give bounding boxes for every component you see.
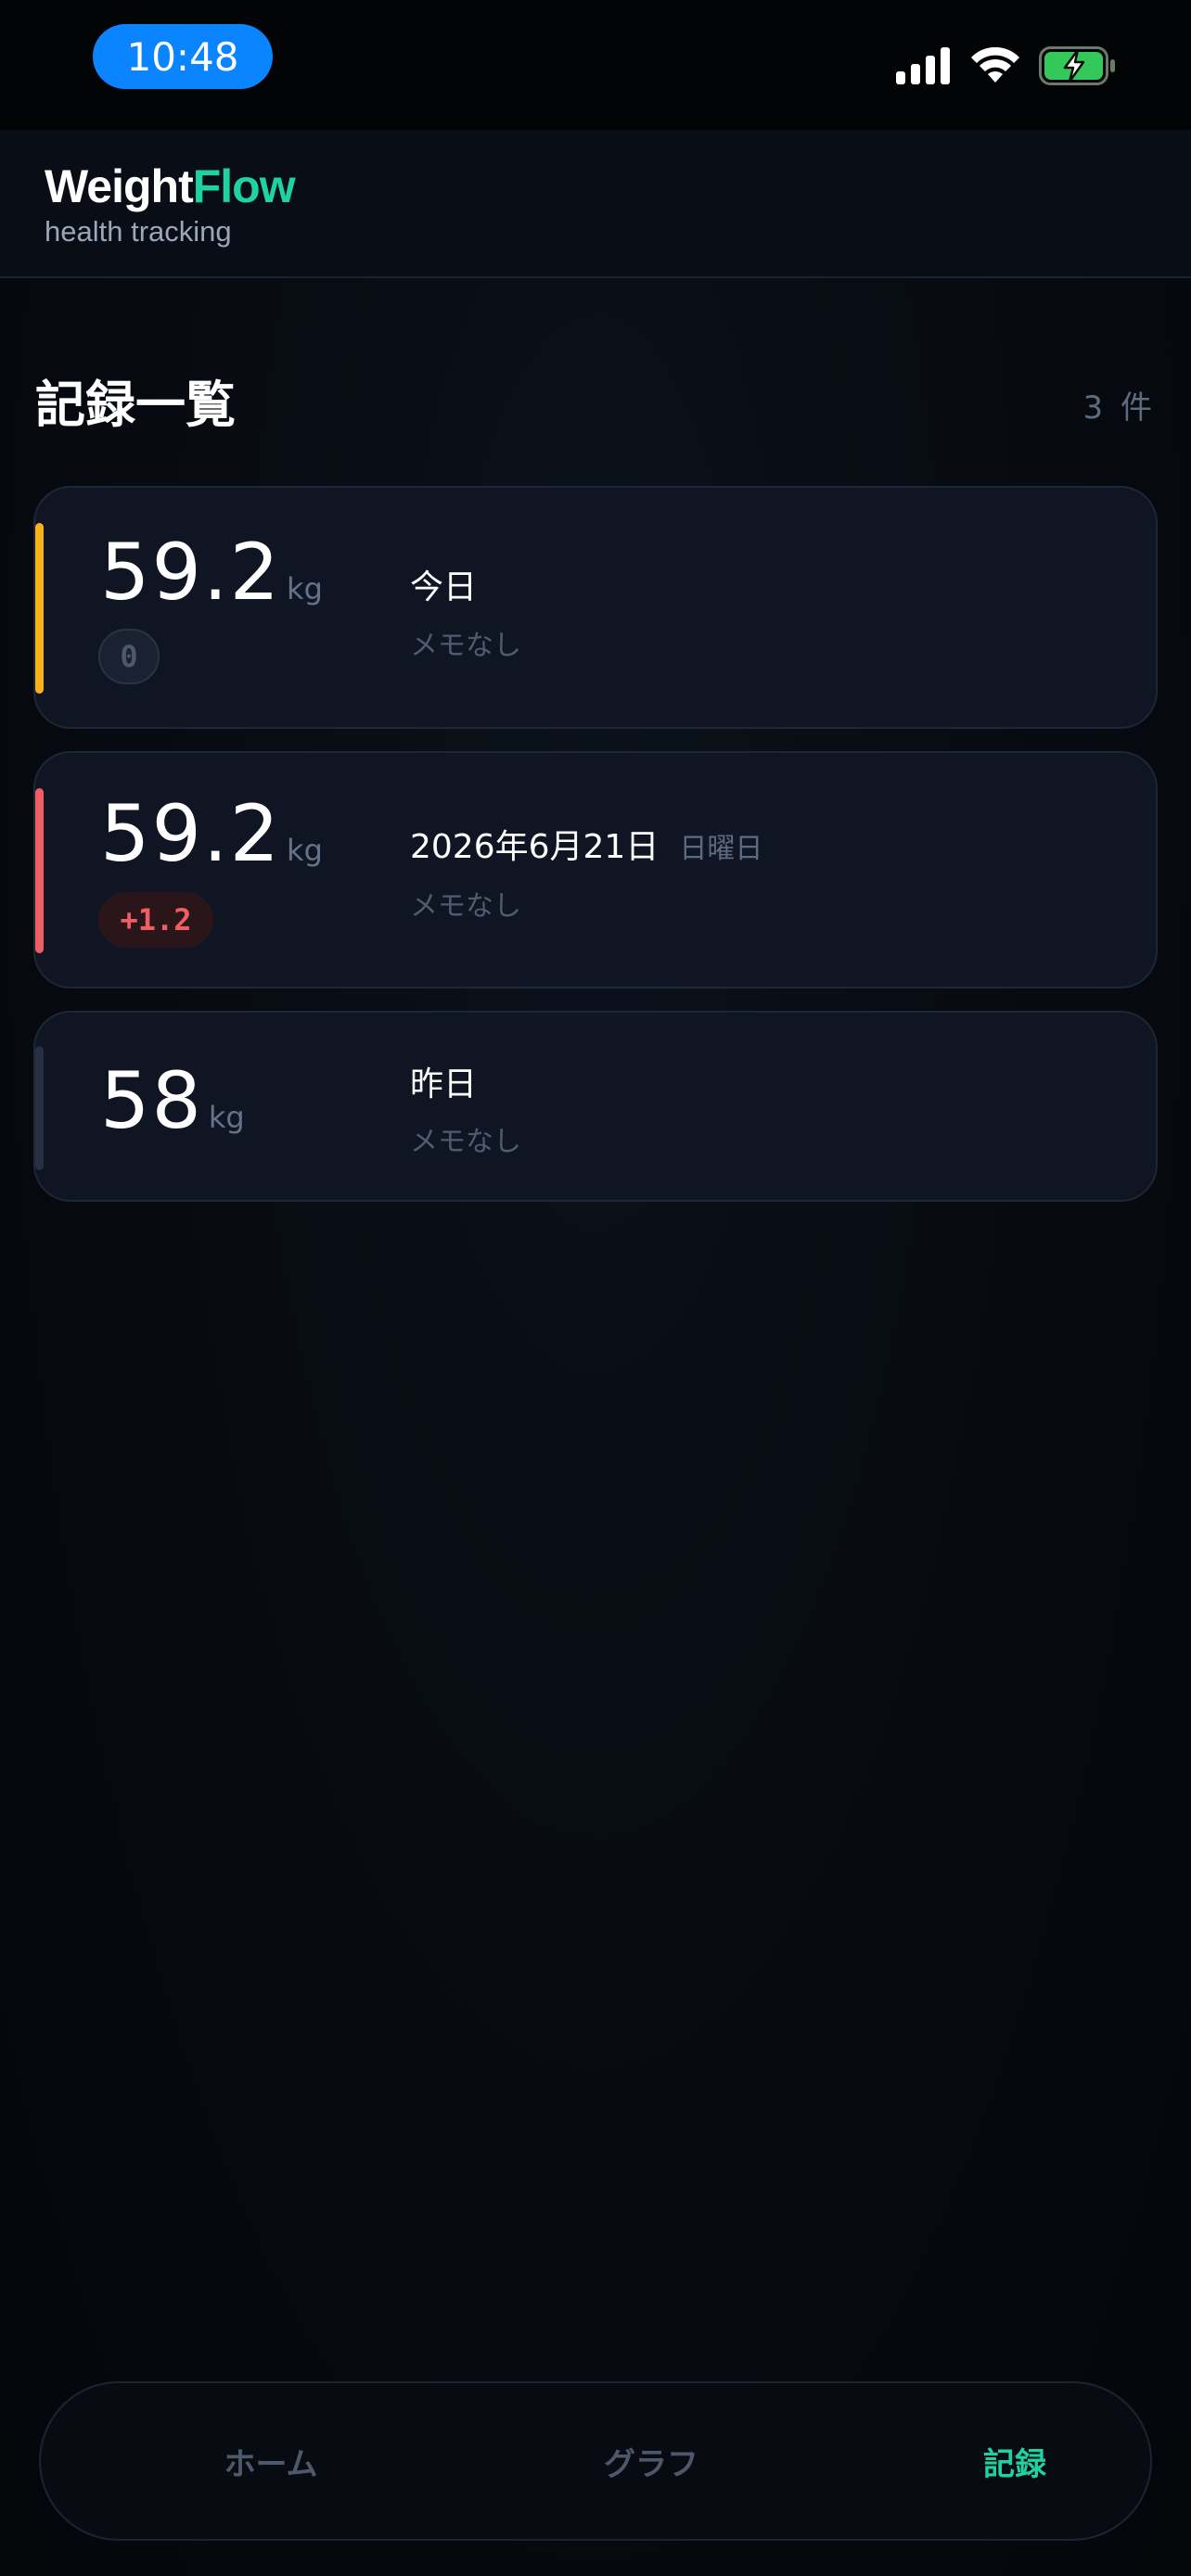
- weight-value: 59.2: [100, 788, 282, 879]
- status-time: 10:48: [93, 24, 273, 89]
- nav-records[interactable]: 記録: [894, 2383, 1135, 2539]
- record-memo: メモなし: [410, 890, 521, 923]
- brand-primary: Weight: [45, 160, 194, 212]
- record-accent-bar: [35, 1046, 44, 1170]
- cellular-signal-icon: [896, 47, 952, 84]
- weight-value: 59.2: [100, 527, 282, 618]
- record-memo: メモなし: [410, 1126, 521, 1158]
- record-date: 昨日: [410, 1065, 478, 1103]
- record-accent-bar: [35, 523, 44, 694]
- record-date-line: 2026年6月21日 日曜日: [410, 820, 762, 868]
- weight-value: 58: [100, 1055, 203, 1146]
- record-weight: 59.2 kg: [100, 788, 323, 879]
- bottom-nav: ホーム グラフ 記録: [39, 2381, 1152, 2541]
- app-tagline: health tracking: [45, 215, 232, 248]
- battery-charging-icon: [1039, 46, 1117, 85]
- record-accent-bar: [35, 788, 44, 953]
- record-card[interactable]: 59.2 kg 0 今日 メモなし: [33, 486, 1158, 729]
- status-icons: [896, 43, 1117, 89]
- weight-unit: kg: [287, 571, 323, 606]
- nav-graph[interactable]: グラフ: [531, 2383, 772, 2539]
- record-count: 3 件: [1082, 389, 1156, 427]
- record-date: 2026年6月21日: [410, 828, 660, 866]
- status-bar: 10:48: [0, 0, 1191, 130]
- app-screen: 10:48 WeightFlow health tracking 記録一覧 3 …: [0, 0, 1191, 2576]
- record-card[interactable]: 59.2 kg +1.2 2026年6月21日 日曜日 メモなし: [33, 751, 1158, 988]
- app-header: WeightFlow health tracking: [0, 130, 1191, 278]
- page-title: 記録一覧: [35, 376, 236, 434]
- record-weight: 59.2 kg: [100, 527, 323, 618]
- weight-unit: kg: [287, 833, 323, 868]
- record-card[interactable]: 58 kg 昨日 メモなし: [33, 1011, 1158, 1202]
- weight-delta-badge: +1.2: [98, 892, 213, 948]
- record-weekday: 日曜日: [679, 833, 763, 865]
- weight-delta-badge: 0: [98, 629, 160, 684]
- brand-accent: Flow: [192, 160, 296, 212]
- wifi-icon: [970, 47, 1020, 84]
- record-memo: メモなし: [410, 630, 521, 662]
- nav-home[interactable]: ホーム: [150, 2383, 391, 2539]
- record-date-line: 今日: [410, 560, 477, 608]
- record-date: 今日: [410, 568, 478, 606]
- record-date-line: 昨日: [410, 1057, 477, 1105]
- record-weight: 58 kg: [100, 1055, 245, 1146]
- app-logo: WeightFlow: [45, 159, 296, 213]
- weight-unit: kg: [208, 1100, 245, 1135]
